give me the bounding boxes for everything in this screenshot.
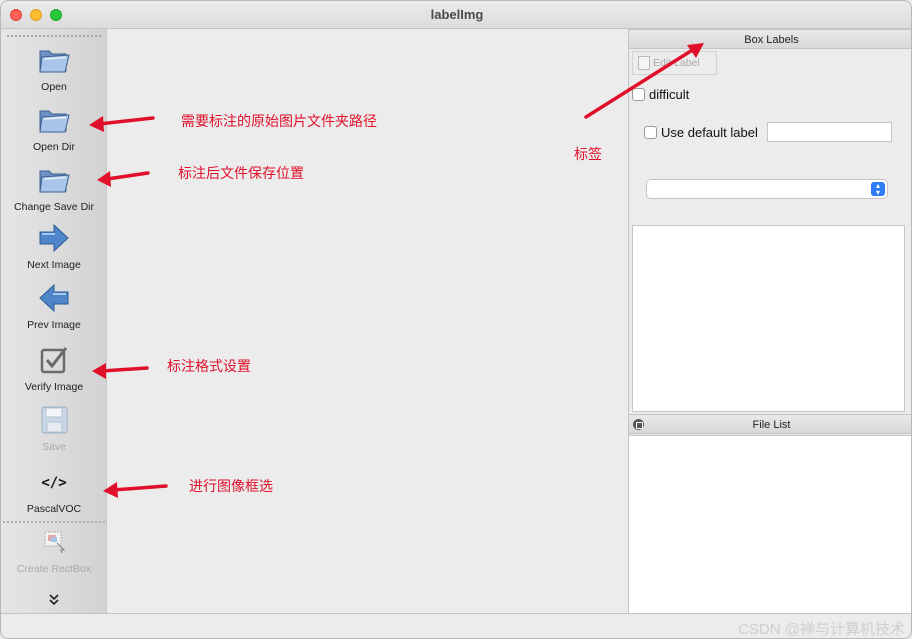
status-bar: CSDN @禅与计算机技术 xyxy=(1,613,911,638)
difficult-checkbox[interactable] xyxy=(632,88,645,101)
edit-label-text: Edit Label xyxy=(653,57,700,69)
label-list[interactable] xyxy=(632,225,905,412)
arrow-right-icon xyxy=(39,223,69,253)
svg-text:</>: </> xyxy=(41,475,66,491)
open-dir-button-label: Open Dir xyxy=(32,141,75,153)
next-image-button-label: Next Image xyxy=(27,259,81,271)
use-default-label-label: Use default label xyxy=(661,125,758,140)
pascalvoc-button[interactable]: </> PascalVOC xyxy=(1,465,107,515)
title-bar: labelImg xyxy=(1,1,911,29)
save-button[interactable]: Save xyxy=(1,403,107,453)
prev-image-button-label: Prev Image xyxy=(27,319,81,331)
change-save-dir-button[interactable]: Change Save Dir xyxy=(1,163,107,213)
watermark-text: CSDN @禅与计算机技术 xyxy=(738,621,905,638)
folder-icon xyxy=(39,110,70,133)
verify-annotation: 标注格式设置 xyxy=(167,358,251,374)
chevron-double-down-icon xyxy=(49,594,59,606)
open-button[interactable]: Open xyxy=(1,43,107,93)
default-label-input[interactable] xyxy=(767,122,892,142)
more-tools-button[interactable] xyxy=(1,593,107,607)
chevron-up-down-icon: ▴ ▾ xyxy=(871,182,885,197)
arrow-left-icon xyxy=(39,283,69,313)
edit-label-button[interactable]: Edit Label xyxy=(632,51,717,75)
verify-image-button-label: Verify Image xyxy=(24,381,84,393)
use-default-label-checkbox[interactable] xyxy=(644,126,657,139)
checkbox-icon xyxy=(40,347,68,374)
open-dir-button[interactable]: Open Dir xyxy=(1,103,107,153)
toolbar: Open Open Dir Change Save Dir Next Image… xyxy=(1,29,107,613)
pascalvoc-button-label: PascalVOC xyxy=(26,503,82,515)
save-button-label: Save xyxy=(42,441,66,453)
create-rectbox-button[interactable]: Create RectBox xyxy=(1,525,107,575)
toolbar-grip[interactable] xyxy=(7,35,101,37)
file-list-title: File List xyxy=(752,419,791,431)
folder-icon xyxy=(39,50,70,73)
file-list-header: File List xyxy=(629,414,911,434)
next-image-button[interactable]: Next Image xyxy=(1,221,107,271)
open-button-label: Open xyxy=(41,81,67,93)
box-labels-title: Box Labels xyxy=(629,29,911,49)
app-window: labelImg Open Open Dir Change Save Dir N… xyxy=(0,0,912,639)
open-dir-annotation: 需要标注的原始图片文件夹路径 xyxy=(181,113,377,129)
edit-icon xyxy=(638,56,650,70)
difficult-label: difficult xyxy=(649,87,690,102)
float-dock-icon[interactable] xyxy=(633,419,644,430)
prev-image-button[interactable]: Prev Image xyxy=(1,281,107,331)
code-icon: </> xyxy=(41,475,66,491)
verify-image-button[interactable]: Verify Image xyxy=(1,343,107,393)
folder-icon xyxy=(39,170,70,193)
rect-box-icon xyxy=(44,531,66,554)
change-save-dir-button-label: Change Save Dir xyxy=(14,201,94,213)
labels-annotation: 标签 xyxy=(574,146,602,162)
label-combo-box[interactable]: ▴ ▾ xyxy=(646,179,888,199)
floppy-disk-icon xyxy=(41,406,68,434)
file-list[interactable] xyxy=(629,435,911,613)
save-dir-annotation: 标注后文件保存位置 xyxy=(178,165,304,181)
create-rectbox-button-label: Create RectBox xyxy=(16,563,92,575)
pascalvoc-annotation: 进行图像框选 xyxy=(189,478,273,494)
right-dock: Box Labels Edit Label difficult Use defa… xyxy=(628,29,911,613)
window-title: labelImg xyxy=(430,7,484,22)
toolbar-separator xyxy=(3,521,105,523)
